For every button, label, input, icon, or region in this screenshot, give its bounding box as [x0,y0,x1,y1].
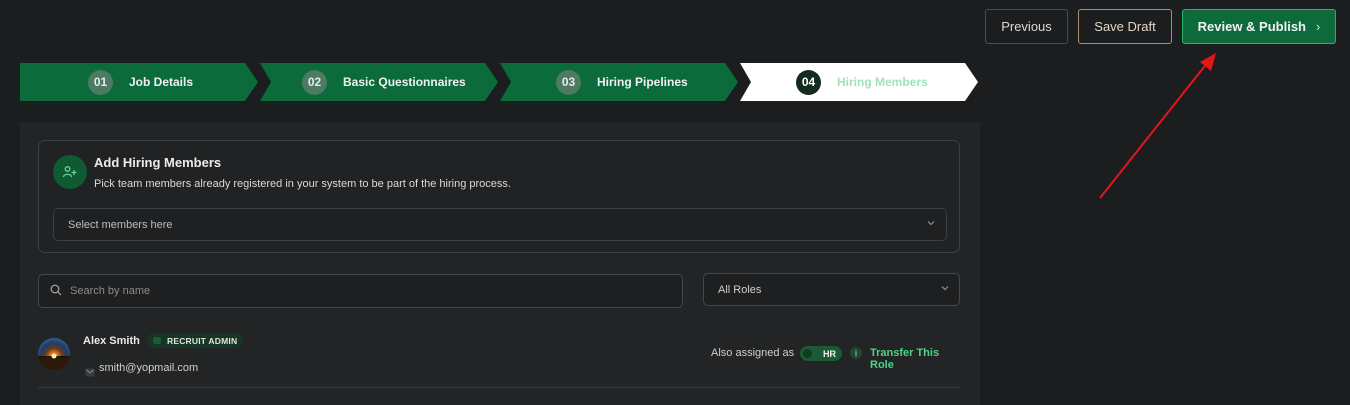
step-label: Hiring Members [837,75,928,89]
hiring-members-panel: Add Hiring Members Pick team members alr… [20,122,980,405]
step-number: 01 [88,69,113,95]
role-filter-select[interactable]: All Roles [703,273,960,306]
member-row: Alex Smith RECRUIT ADMIN smith@yopmail.c… [38,328,960,388]
step-label: Hiring Pipelines [597,75,688,89]
step-label: Basic Questionnaires [343,75,466,89]
add-members-title: Add Hiring Members [94,155,222,170]
role-icon [153,337,161,344]
role-filter-value: All Roles [718,283,762,296]
step-basic-questionnaires[interactable]: 02 Basic Questionnaires [260,63,498,101]
step-job-details[interactable]: 01 Job Details [20,63,258,101]
assigned-role-label: HR [823,348,836,359]
transfer-role-link[interactable]: Transfer This Role [870,347,960,371]
chevron-down-icon [926,218,936,231]
review-publish-button[interactable]: Review & Publish › [1182,9,1336,44]
step-label: Job Details [129,75,194,89]
step-hiring-members[interactable]: 04 Hiring Members [740,63,978,101]
also-assigned-label: Also assigned as [711,347,795,359]
step-hiring-pipelines[interactable]: 03 Hiring Pipelines [500,63,738,101]
search-by-name-field [38,274,683,308]
search-input[interactable] [70,285,650,297]
member-name: Alex Smith [83,335,140,347]
role-badge-label: RECRUIT ADMIN [167,335,238,346]
info-icon[interactable]: i [850,347,862,359]
step-number: 02 [302,69,327,95]
save-draft-button[interactable]: Save Draft [1078,9,1172,44]
add-hiring-members-card: Add Hiring Members Pick team members alr… [38,140,960,253]
chevron-down-icon [940,283,950,296]
toggle-knob [803,349,812,358]
step-number: 03 [556,69,581,95]
mail-icon [85,364,95,382]
stepper: 01 Job Details 02 Basic Questionnaires 0… [20,63,980,101]
select-members-dropdown[interactable]: Select members here [53,208,947,241]
search-icon [50,284,62,299]
add-members-description: Pick team members already registered in … [94,178,511,190]
previous-button[interactable]: Previous [985,9,1068,44]
step-number: 04 [796,69,821,95]
assigned-role-toggle[interactable]: HR [800,346,842,361]
select-members-placeholder: Select members here [68,218,173,231]
users-plus-icon [53,155,87,189]
avatar [38,338,70,370]
review-publish-label: Review & Publish [1197,19,1307,34]
member-email: smith@yopmail.com [99,362,199,374]
annotation-arrow-icon [1099,53,1216,199]
role-badge: RECRUIT ADMIN [147,333,244,348]
chevron-right-icon: › [1316,19,1321,34]
